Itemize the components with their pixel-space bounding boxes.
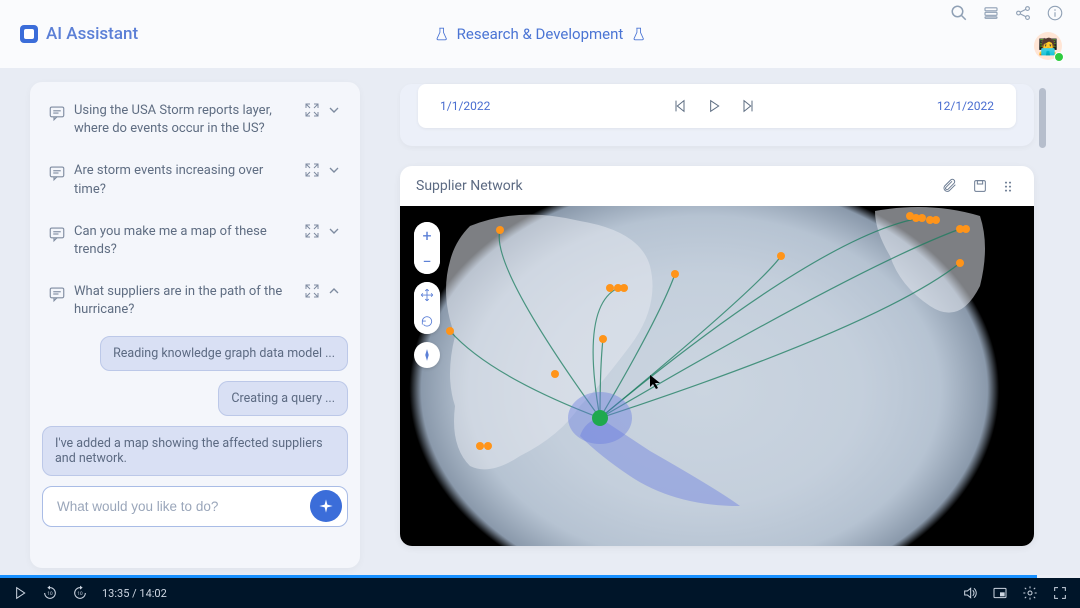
sparkle-icon: [318, 498, 334, 514]
supplier-node[interactable]: [599, 335, 607, 343]
chevron-down-icon[interactable]: [326, 102, 342, 118]
chevron-down-icon[interactable]: [326, 162, 342, 178]
fullscreen-icon[interactable]: [1052, 585, 1068, 601]
pip-icon[interactable]: [992, 585, 1008, 601]
supplier-title: Supplier Network: [416, 178, 523, 194]
chat-icon: [48, 285, 66, 303]
chat-item[interactable]: What suppliers are in the path of the hu…: [42, 275, 348, 335]
save-icon[interactable]: [972, 178, 988, 194]
supplier-node[interactable]: [777, 252, 785, 260]
collapse-icon[interactable]: [304, 223, 320, 239]
network-arc: [600, 218, 920, 418]
timeline-card: 1/1/2022 12/1/2022: [400, 84, 1034, 146]
compass-button[interactable]: [414, 342, 440, 368]
supplier-node[interactable]: [671, 270, 679, 278]
chat-item-text: What suppliers are in the path of the hu…: [74, 283, 296, 319]
supplier-node[interactable]: [956, 259, 964, 267]
collapse-icon[interactable]: [304, 102, 320, 118]
share-icon[interactable]: [1014, 4, 1032, 22]
chat-icon: [48, 104, 66, 122]
zoom-in-button[interactable]: +: [414, 222, 440, 248]
supplier-node[interactable]: [620, 284, 628, 292]
settings-icon[interactable]: [1022, 585, 1038, 601]
chat-icon: [48, 225, 66, 243]
chat-panel: Using the USA Storm reports layer, where…: [30, 82, 360, 568]
supplier-node[interactable]: [918, 214, 926, 222]
collapse-icon[interactable]: [304, 162, 320, 178]
flask-icon: [435, 27, 449, 41]
supplier-node[interactable]: [496, 226, 504, 234]
search-icon[interactable]: [950, 4, 968, 22]
send-button[interactable]: [310, 490, 342, 522]
pan-button[interactable]: [414, 282, 440, 308]
info-icon[interactable]: [1046, 4, 1064, 22]
chevron-up-icon[interactable]: [326, 283, 342, 299]
avatar[interactable]: 🧑‍💻: [1034, 32, 1062, 60]
chat-input[interactable]: [42, 486, 348, 527]
video-controls: 13:35 / 14:02: [0, 578, 1080, 608]
top-right-icons: [950, 0, 1064, 26]
chat-item[interactable]: Using the USA Storm reports layer, where…: [42, 94, 348, 154]
flask-icon: [631, 27, 645, 41]
globe-map[interactable]: + −: [400, 206, 1034, 546]
top-bar: AI Assistant Research & Development 🧑‍💻: [0, 0, 1080, 68]
center-title-text: Research & Development: [457, 25, 624, 43]
forward-10-icon[interactable]: [72, 585, 88, 601]
more-icon[interactable]: [1002, 178, 1018, 194]
network-arc: [600, 263, 960, 418]
video-time: 13:35 / 14:02: [102, 587, 167, 600]
chevron-down-icon[interactable]: [326, 223, 342, 239]
status-bubble: Creating a query ...: [218, 381, 348, 416]
video-play-icon[interactable]: [12, 585, 28, 601]
rotate-button[interactable]: [414, 308, 440, 334]
assistant-response: I've added a map showing the affected su…: [42, 426, 348, 476]
zoom-out-button[interactable]: −: [414, 248, 440, 274]
supplier-node[interactable]: [446, 327, 454, 335]
layers-icon[interactable]: [982, 4, 1000, 22]
volume-icon[interactable]: [962, 585, 978, 601]
supplier-node[interactable]: [962, 225, 970, 233]
chat-input-row: [42, 486, 348, 527]
chat-item[interactable]: Can you make me a map of these trends?: [42, 215, 348, 275]
chat-item-text: Using the USA Storm reports layer, where…: [74, 102, 296, 138]
chat-item-text: Can you make me a map of these trends?: [74, 223, 296, 259]
brand-title: AI Assistant: [46, 24, 138, 44]
collapse-icon[interactable]: [304, 283, 320, 299]
supplier-node[interactable]: [932, 216, 940, 224]
presence-dot: [1054, 52, 1064, 62]
chat-icon: [48, 164, 66, 182]
supplier-node[interactable]: [476, 442, 484, 450]
replay-10-icon[interactable]: [42, 585, 58, 601]
supplier-node[interactable]: [606, 284, 614, 292]
panel-scrollbar[interactable]: [1039, 88, 1046, 148]
attach-icon[interactable]: [942, 178, 958, 194]
chat-item-text: Are storm events increasing over time?: [74, 162, 296, 198]
timeline-end: 12/1/2022: [937, 99, 994, 113]
supplier-node[interactable]: [551, 370, 559, 378]
supplier-node[interactable]: [484, 442, 492, 450]
play-icon[interactable]: [706, 98, 722, 114]
supplier-card: Supplier Network + −: [400, 166, 1034, 546]
center-title: Research & Development: [435, 25, 646, 43]
cursor-icon: [650, 375, 662, 389]
brand-icon: [20, 25, 38, 43]
skip-forward-icon[interactable]: [740, 98, 756, 114]
chat-item[interactable]: Are storm events increasing over time?: [42, 154, 348, 214]
timeline-start: 1/1/2022: [440, 99, 490, 113]
skip-back-icon[interactable]: [672, 98, 688, 114]
status-bubble: Reading knowledge graph data model ...: [100, 336, 348, 371]
